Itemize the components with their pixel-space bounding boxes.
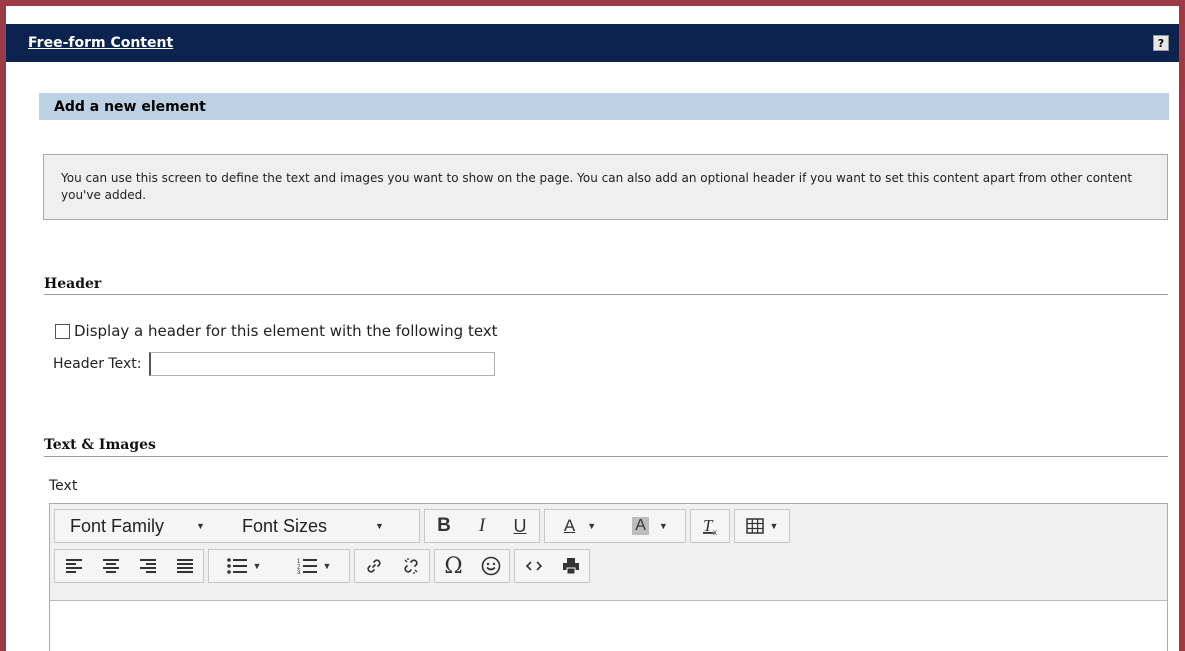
color-group: A ▼ A ▼ <box>544 509 686 543</box>
header-checkbox-row: Display a header for this element with t… <box>55 321 498 341</box>
remove-link-button[interactable] <box>392 550 429 582</box>
header-checkbox[interactable] <box>55 323 70 339</box>
font-sizes-dropdown[interactable]: Font Sizes ▼ <box>237 510 419 542</box>
title-bar: Free-form Content ? <box>6 24 1179 62</box>
clear-format-button[interactable]: T x <box>691 510 729 542</box>
chevron-down-icon: ▼ <box>769 521 779 531</box>
editor-content-area[interactable] <box>50 600 1167 651</box>
rich-text-editor: Font Family ▼ Font Sizes ▼ B I U A ▼ A ▼… <box>49 503 1168 651</box>
align-justify-icon <box>176 559 193 573</box>
toolbar-row-1: Font Family ▼ Font Sizes ▼ B I U A ▼ A ▼… <box>54 509 794 543</box>
text-images-group-title: Text & Images <box>44 437 156 453</box>
code-icon <box>525 561 542 571</box>
clear-format-group: T x <box>690 509 730 543</box>
editor-label: Text <box>49 478 78 494</box>
numbered-list-button[interactable]: 1 2 3 ▼ <box>279 550 349 582</box>
header-text-input[interactable] <box>149 352 496 376</box>
smiley-icon <box>481 556 500 576</box>
info-box: You can use this screen to define the te… <box>43 154 1168 220</box>
insert-link-button[interactable] <box>355 550 392 582</box>
chevron-down-icon: ▼ <box>252 561 262 571</box>
insert-group: Ω <box>434 549 510 583</box>
list-group: ▼ 1 2 3 ▼ <box>208 549 350 583</box>
alignment-group <box>54 549 204 583</box>
bold-button[interactable]: B <box>425 510 463 542</box>
special-character-button[interactable]: Ω <box>435 550 472 582</box>
align-right-icon <box>139 559 156 573</box>
text-images-group-rule <box>44 456 1168 457</box>
align-left-button[interactable] <box>55 550 92 582</box>
align-justify-button[interactable] <box>166 550 203 582</box>
svg-text:3: 3 <box>297 570 301 574</box>
font-family-label: Font Family <box>70 515 165 536</box>
font-dropdown-group: Font Family ▼ Font Sizes ▼ <box>54 509 420 543</box>
bullet-list-icon <box>226 558 247 574</box>
align-center-icon <box>102 559 119 573</box>
numbered-list-icon: 1 2 3 <box>297 559 317 574</box>
align-right-button[interactable] <box>129 550 166 582</box>
table-group: ▼ <box>734 509 790 543</box>
window-frame: Free-form Content ? Add a new element Yo… <box>0 0 1185 651</box>
top-strip <box>6 6 1179 24</box>
emoticons-button[interactable] <box>472 550 509 582</box>
align-left-icon <box>65 559 82 573</box>
align-center-button[interactable] <box>92 550 129 582</box>
background-color-icon: A <box>632 517 649 535</box>
header-group-title: Header <box>44 276 102 292</box>
background-color-button[interactable]: A ▼ <box>615 510 685 542</box>
link-group <box>354 549 430 583</box>
chevron-down-icon: ▼ <box>658 521 668 531</box>
chevron-down-icon: ▼ <box>587 521 597 531</box>
svg-text:x: x <box>713 528 717 536</box>
printer-icon <box>562 558 579 575</box>
help-button[interactable]: ? <box>1153 35 1169 51</box>
chevron-down-icon: ▼ <box>322 561 332 571</box>
header-text-label: Header Text: <box>53 356 142 372</box>
table-icon <box>745 518 764 534</box>
source-code-button[interactable] <box>515 550 552 582</box>
clear-format-icon: T x <box>703 516 717 536</box>
italic-button[interactable]: I <box>463 510 501 542</box>
bullet-list-button[interactable]: ▼ <box>209 550 279 582</box>
window-title-link[interactable]: Free-form Content <box>28 35 173 51</box>
unlink-icon <box>403 558 418 574</box>
toolbar-row-2: ▼ 1 2 3 ▼ Ω <box>54 549 594 583</box>
header-text-row: Header Text: <box>53 352 496 376</box>
link-icon <box>366 559 381 573</box>
text-color-icon: A <box>563 516 576 535</box>
section-bar: Add a new element <box>39 93 1169 120</box>
header-checkbox-label[interactable]: Display a header for this element with t… <box>74 322 498 340</box>
table-button[interactable]: ▼ <box>735 510 789 542</box>
print-button[interactable] <box>552 550 589 582</box>
section-title: Add a new element <box>54 99 206 115</box>
info-text: You can use this screen to define the te… <box>61 171 1133 202</box>
font-family-dropdown[interactable]: Font Family ▼ <box>55 510 237 542</box>
chevron-down-icon: ▼ <box>196 521 205 531</box>
format-group: B I U <box>424 509 540 543</box>
text-color-button[interactable]: A ▼ <box>545 510 615 542</box>
font-sizes-label: Font Sizes <box>242 515 328 536</box>
underline-button[interactable]: U <box>501 510 539 542</box>
misc-group <box>514 549 590 583</box>
header-group-rule <box>44 294 1168 295</box>
chevron-down-icon: ▼ <box>375 521 384 531</box>
